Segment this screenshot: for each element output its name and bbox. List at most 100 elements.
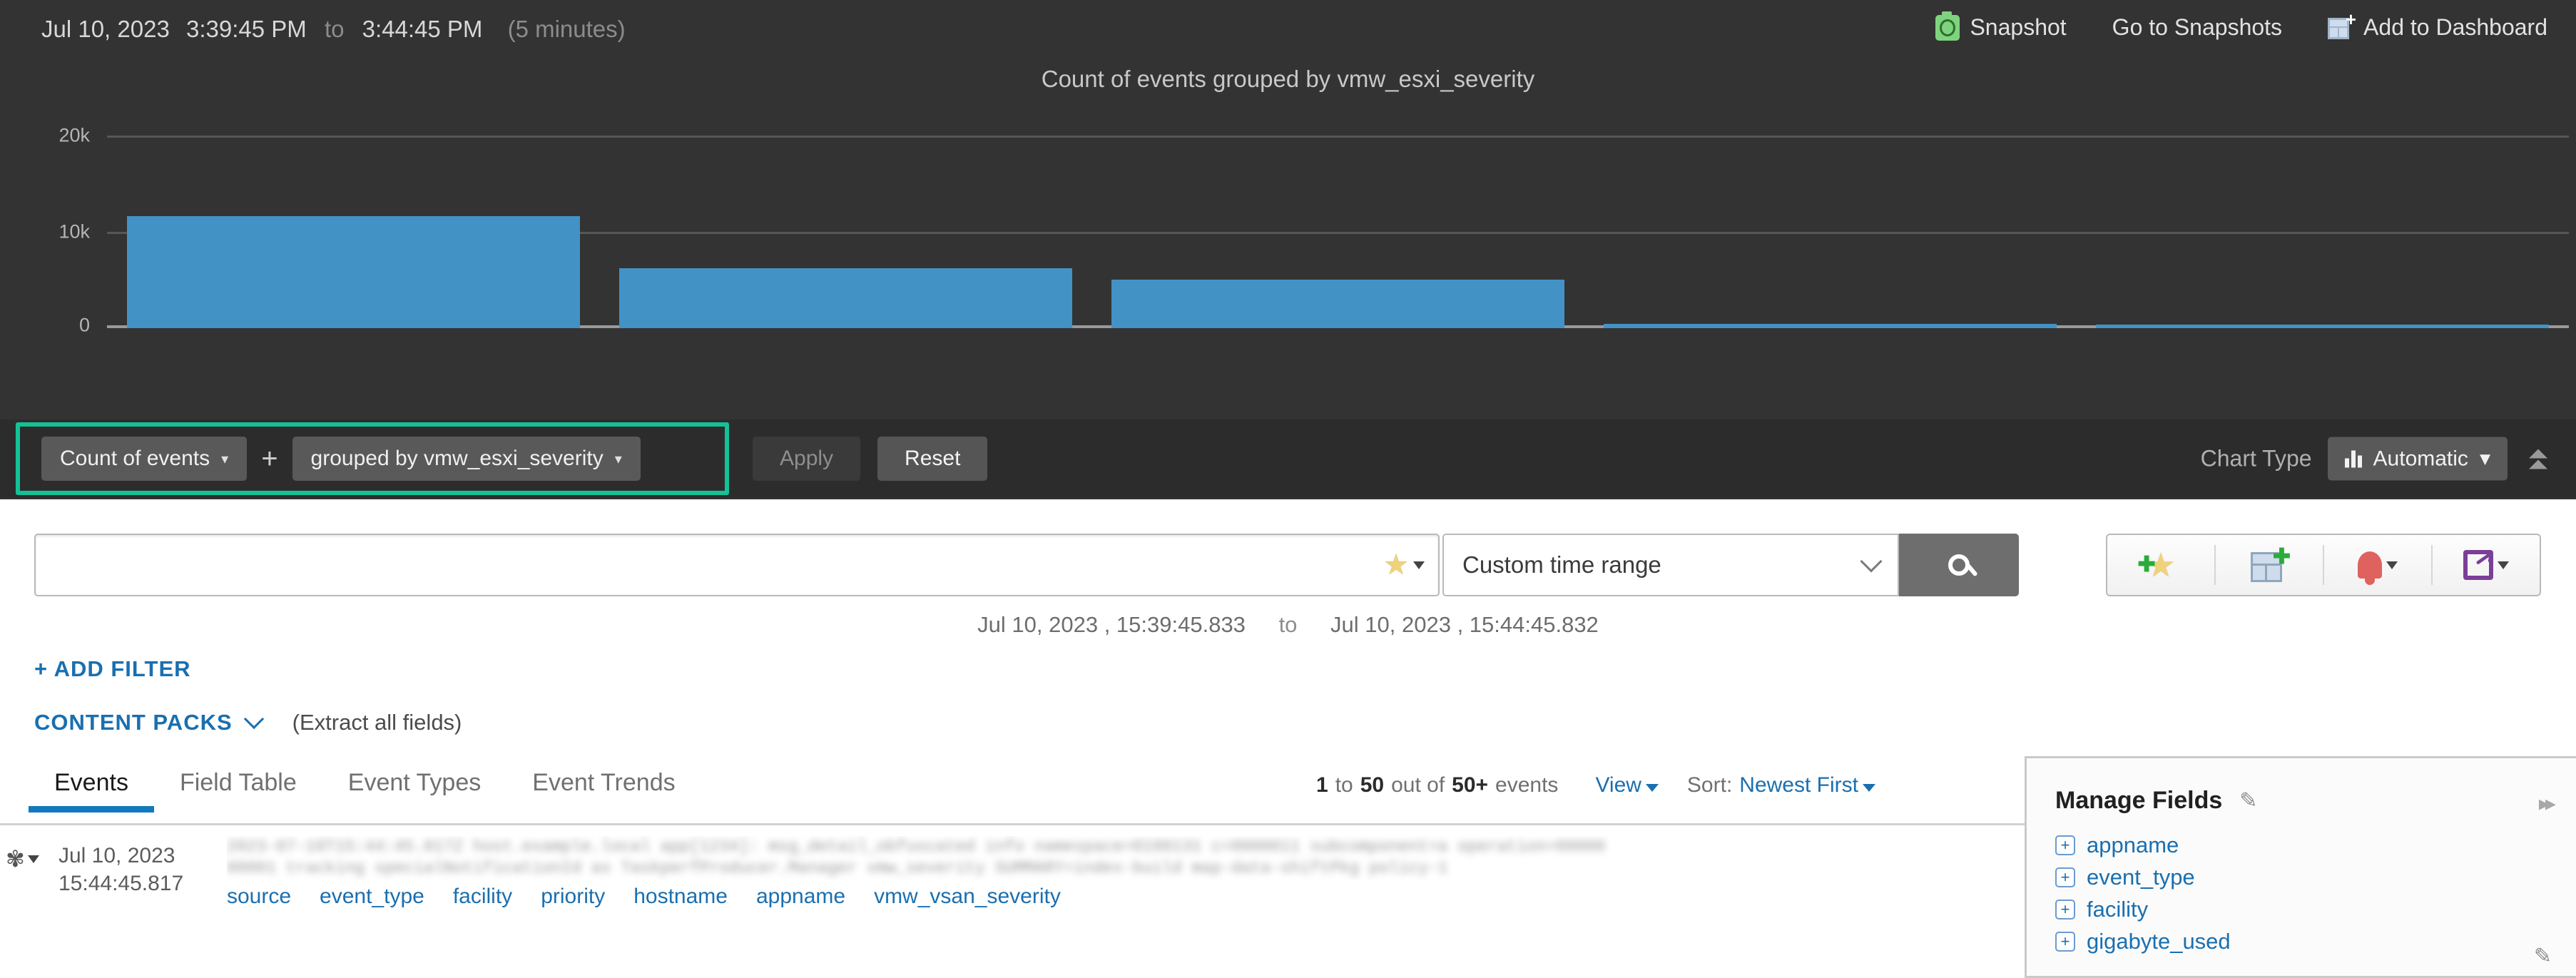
tab-event-types[interactable]: Event Types [322,769,507,813]
manage-field-item-event_type[interactable]: + event_type [2055,865,2231,890]
range-end: 50 [1360,773,1385,797]
field-link-vmw_vsan_severity[interactable]: vmw_vsan_severity [874,885,1061,909]
time-range-select[interactable]: Custom time range [1442,534,1899,596]
bell-icon [2358,551,2382,579]
manage-fields-list: + appname + event_type + facility + gigabyte_us… [2055,832,2231,961]
apply-button[interactable]: Apply [753,437,861,481]
chevron-down-icon[interactable] [243,708,264,730]
field-link-priority[interactable]: priority [541,885,605,909]
range-start: 1 [1316,773,1328,797]
share-icon [2463,550,2493,580]
bar-info[interactable] [126,216,580,328]
chevron-down-icon: ▾ [2479,447,2490,471]
add-dashboard-button[interactable]: ✚ [2216,535,2323,595]
bar-slot [1091,136,1584,328]
manage-field-item-gigabyte_used[interactable]: + gigabyte_used [2055,929,2231,954]
bar-quiet[interactable] [2096,324,2550,328]
plus-icon[interactable]: + [2055,835,2075,855]
field-link-source[interactable]: source [227,885,291,909]
ytick-label-0: 0 [78,314,90,336]
aggregate-select[interactable]: Count of events ▾ [41,437,248,481]
plot-area: 20k 10k 0 [58,125,2569,336]
results-tabs: Events Field Table Event Types Event Trends [29,769,701,813]
events-word: events [1495,773,1559,797]
create-alert-button[interactable] [2324,535,2431,595]
share-button[interactable] [2433,535,2540,595]
aggregate-label: Count of events [60,447,210,470]
summary-time-to: 3:44:45 PM [362,16,483,42]
go-to-snapshots-label: Go to Snapshots [2112,14,2283,40]
event-time: 15:44:45.817 [58,872,184,895]
manage-field-label: facility [2087,897,2149,922]
pencil-icon[interactable]: ✎ [2239,788,2257,813]
go-to-snapshots-button[interactable]: Go to Snapshots [2112,11,2282,44]
add-to-dashboard-label: Add to Dashboard [2363,14,2547,40]
query-actions: Apply Reset [753,437,988,481]
summary-date: Jul 10, 2023 [41,16,170,42]
content-packs-button[interactable]: CONTENT PACKS [34,710,233,735]
bar-error[interactable] [618,268,1072,328]
manage-fields-panel: Manage Fields ✎ ▸▸ + appname + event_type + f… [2025,756,2576,978]
manage-field-item-facility[interactable]: + facility [2055,897,2231,922]
range-mid: to [1335,773,1353,797]
chevron-down-icon [1860,550,1883,573]
chevron-down-icon [2386,561,2398,569]
tab-event-trends[interactable]: Event Trends [506,769,701,813]
summary-to-label: to [324,16,345,42]
tab-field-table[interactable]: Field Table [154,769,322,813]
chart-type-select[interactable]: Automatic ▾ [2327,437,2508,481]
summary-time-from: 3:39:45 PM [185,16,307,42]
event-timestamp: Jul 10, 2023 15:44:45.817 [58,842,183,897]
event-actions-button[interactable]: ✾ [6,847,39,870]
bar-slot [1584,136,2077,328]
saved-query-star-button[interactable]: ★ [1370,535,1438,595]
tab-events[interactable]: Events [29,769,154,813]
save-favorite-button[interactable]: ★ ✚ [2107,535,2214,595]
bar-verbose[interactable] [1111,280,1564,328]
star-plus-icon: ★ ✚ [2137,546,2176,584]
search-button[interactable] [1899,534,2019,596]
add-aggregate-button[interactable]: + [261,444,278,473]
group-by-select[interactable]: grouped by vmw_esxi_severity ▾ [292,437,641,481]
chevron-down-icon[interactable] [1645,784,1659,792]
reset-button[interactable]: Reset [877,437,988,481]
dashboard-plus-icon: ✚ [2251,546,2291,582]
chevron-up-icon-2 [2529,459,2547,469]
chevron-up-icon-1 [2529,449,2547,458]
time-range-summary: Jul 10, 2023 3:39:45 PM to 3:44:45 PM (5… [41,16,626,43]
field-link-appname[interactable]: appname [756,885,845,909]
range-from: Jul 10, 2023 , 15:39:45.833 [977,612,1246,637]
manage-fields-header: Manage Fields ✎ [2055,787,2257,815]
field-link-facility[interactable]: facility [453,885,512,909]
chevron-down-icon[interactable] [1862,784,1875,792]
bar-chart: 20k 10k 0 infoerrorverbosewarningquiet [0,114,2576,477]
sort-menu-button[interactable]: Newest First [1739,773,1858,798]
add-to-dashboard-button[interactable]: + Add to Dashboard [2328,10,2547,44]
chevron-down-icon [27,855,39,863]
bar-slot [2077,136,2569,328]
double-chevron-right-icon[interactable]: ▸▸ [2539,791,2556,816]
field-link-hostname[interactable]: hostname [633,885,728,909]
collapse-chart-button[interactable] [2529,449,2547,469]
chart-title: Count of events grouped by vmw_esxi_seve… [1041,66,1535,92]
bar-slot [107,136,599,328]
field-link-event_type[interactable]: event_type [320,885,424,909]
snapshot-button[interactable]: Snapshot [1935,11,2067,44]
pencil-icon[interactable]: ✎ [2534,944,2552,969]
view-menu-button[interactable]: View [1595,773,1641,798]
search-input-wrap: ★ [34,534,1440,596]
add-filter-button[interactable]: + ADD FILTER [34,656,191,682]
range-to-label: to [1278,612,1298,637]
bar-warning[interactable] [1604,324,2057,328]
star-icon: ★ [1383,549,1409,581]
event-date: Jul 10, 2023 [58,844,175,867]
event-field-links: source event_type facility priority hostname… [227,885,1061,909]
chevron-down-icon: ▾ [221,451,229,467]
plus-icon[interactable]: + [2055,932,2075,952]
manage-field-item-appname[interactable]: + appname [2055,832,2231,858]
plus-icon[interactable]: + [2055,867,2075,887]
bar-series [107,136,2569,328]
plus-icon[interactable]: + [2055,900,2075,920]
toolbar-actions: ★ ✚ ✚ [2106,534,2541,596]
search-input[interactable] [36,535,1370,595]
